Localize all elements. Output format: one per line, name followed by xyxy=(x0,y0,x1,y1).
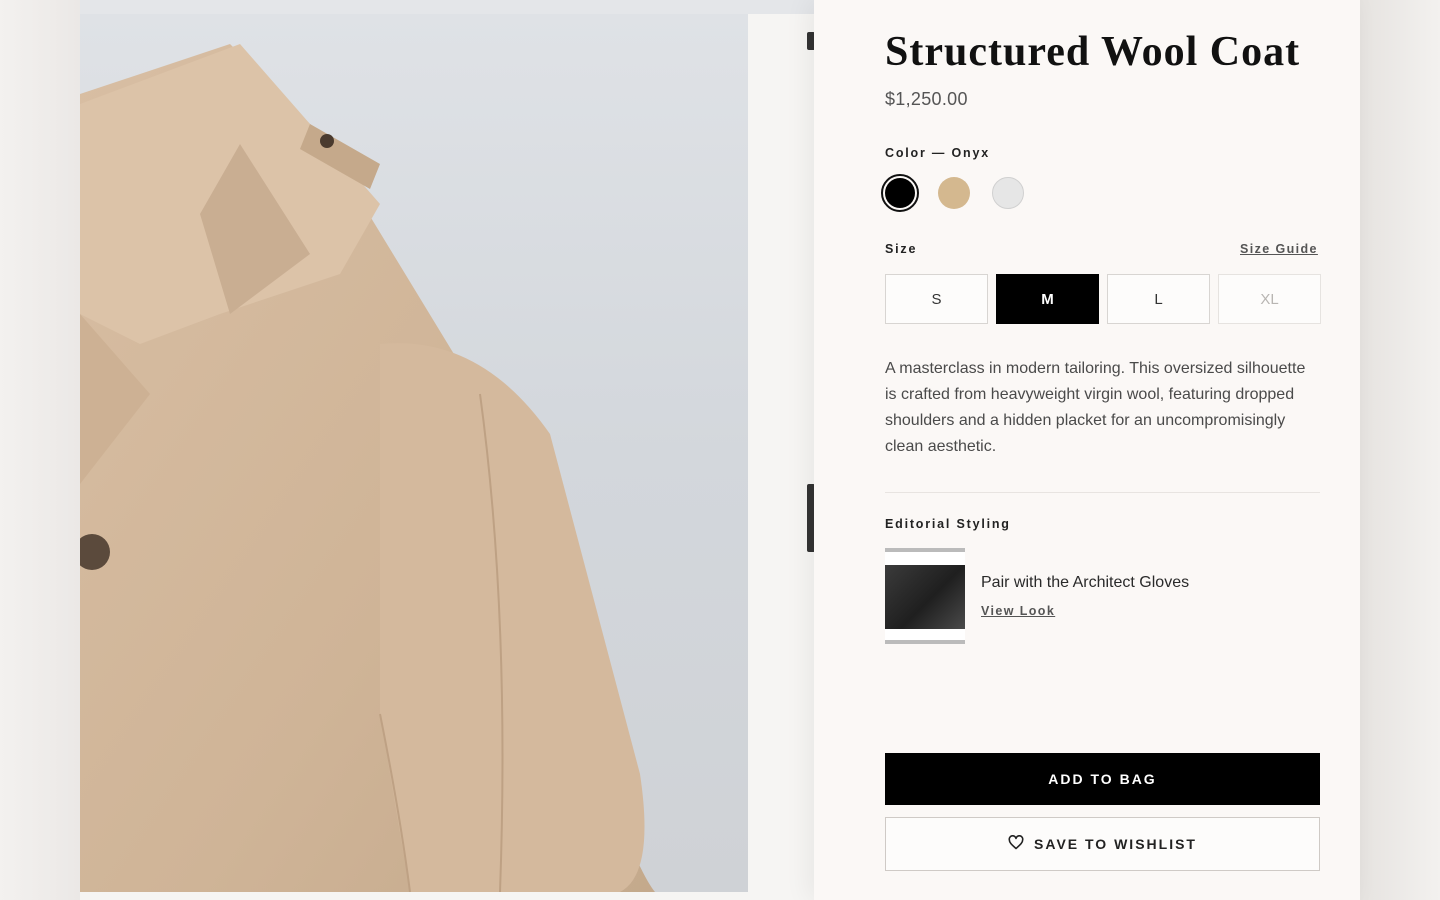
add-to-bag-button[interactable]: ADD TO BAG xyxy=(885,753,1320,805)
view-look-link[interactable]: View Look xyxy=(981,604,1189,618)
size-option-m[interactable]: M xyxy=(996,274,1099,324)
editorial-card[interactable]: Pair with the Architect Gloves View Look xyxy=(885,548,1189,644)
color-swatches xyxy=(881,174,1027,212)
size-option-s[interactable]: S xyxy=(885,274,988,324)
editorial-thumbnail[interactable] xyxy=(885,548,965,644)
page-margin-left xyxy=(0,0,80,900)
coat-illustration xyxy=(80,44,655,892)
gloves-image xyxy=(885,565,965,629)
product-detail-panel: Structured Wool Coat $1,250.00 Color — O… xyxy=(814,0,1360,900)
editorial-title: Pair with the Architect Gloves xyxy=(981,574,1190,591)
color-swatch-camel[interactable] xyxy=(935,174,973,212)
section-divider xyxy=(885,492,1320,493)
background-button-fragment xyxy=(807,484,814,552)
color-swatch-ivory[interactable] xyxy=(989,174,1027,212)
product-description: A masterclass in modern tailoring. This … xyxy=(885,360,1306,455)
color-swatch-onyx[interactable] xyxy=(881,174,919,212)
size-option-l[interactable]: L xyxy=(1107,274,1210,324)
product-title: Structured Wool Coat xyxy=(885,29,1301,75)
background-top-strip xyxy=(80,0,814,14)
add-to-bag-label: ADD TO BAG xyxy=(1048,771,1157,787)
product-image xyxy=(80,14,748,892)
heart-icon xyxy=(1008,834,1024,853)
size-label: Size xyxy=(885,242,918,256)
background-product-page xyxy=(80,0,814,900)
background-text-fragment xyxy=(807,32,814,50)
color-label: Color — Onyx xyxy=(885,146,990,160)
editorial-label: Editorial Styling xyxy=(885,517,1011,531)
product-price: $1,250.00 xyxy=(885,89,968,109)
save-to-wishlist-button[interactable]: SAVE TO WISHLIST xyxy=(885,817,1320,871)
size-guide-link[interactable]: Size Guide xyxy=(1240,242,1318,256)
save-to-wishlist-label: SAVE TO WISHLIST xyxy=(1034,836,1197,852)
size-selector: S M L XL xyxy=(885,274,1321,324)
page-margin-right xyxy=(1360,0,1440,900)
size-option-xl[interactable]: XL xyxy=(1218,274,1321,324)
